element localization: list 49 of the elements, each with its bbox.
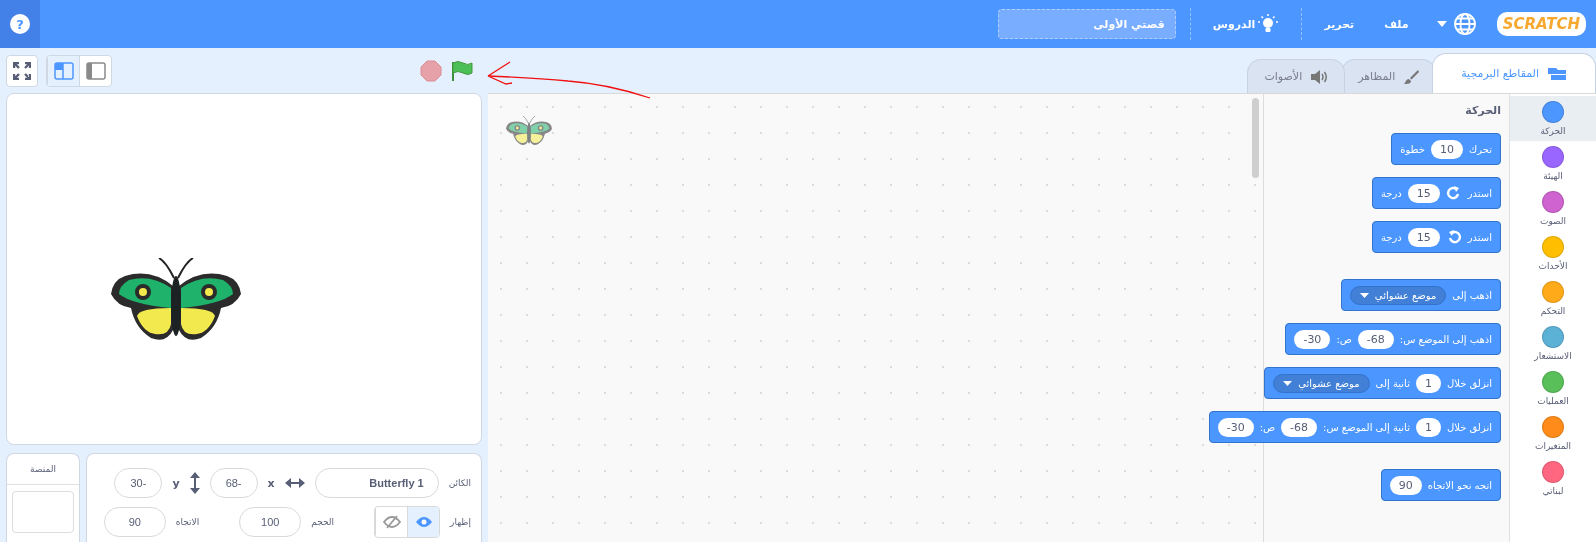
category-item[interactable]: الاستشعار xyxy=(1510,321,1596,366)
number-input[interactable]: -68 xyxy=(1281,417,1318,437)
block-label: درجة xyxy=(1380,231,1402,243)
category-item[interactable]: الحركة xyxy=(1510,96,1596,141)
block-label: استدر xyxy=(1467,231,1492,243)
number-input[interactable]: -30 xyxy=(1217,417,1254,437)
block-label: درجة xyxy=(1380,187,1402,199)
number-input[interactable]: 1 xyxy=(1415,373,1441,393)
number-input[interactable]: 10 xyxy=(1431,139,1463,159)
stage-panel[interactable]: المنصة xyxy=(6,453,80,542)
block-label: تحرك xyxy=(1469,143,1492,155)
number-input[interactable]: -68 xyxy=(1357,329,1394,349)
category-item[interactable]: العمليات xyxy=(1510,366,1596,411)
category-item[interactable]: الأحداث xyxy=(1510,231,1596,276)
field-label: إظهار xyxy=(450,517,471,527)
category-item[interactable]: الهيئة xyxy=(1510,141,1596,186)
number-input[interactable]: 15 xyxy=(1407,183,1440,203)
block-label: اذهب إلى xyxy=(1452,289,1492,301)
block-label: ثانية إلى xyxy=(1375,377,1410,389)
block-label: ص: xyxy=(1336,333,1352,345)
number-input[interactable]: -30 xyxy=(1294,329,1331,349)
category-item[interactable]: المتغيرات xyxy=(1510,411,1596,456)
block-dropdown[interactable]: موضع عشوائي xyxy=(1349,285,1447,305)
sprite-name-field[interactable]: Butterfly 1 xyxy=(314,468,439,498)
direction-field[interactable]: 90 xyxy=(103,507,166,537)
category-heading: الحركة xyxy=(1464,104,1501,117)
block-label: انزلق خلال xyxy=(1446,377,1492,389)
size-field[interactable]: 100 xyxy=(239,507,302,537)
number-input[interactable]: 90 xyxy=(1389,475,1422,495)
field-label: الكائن xyxy=(448,478,471,488)
field-label: الاتجاه xyxy=(175,517,200,527)
block-label: اذهب إلى الموضع س: xyxy=(1399,333,1492,345)
category-item[interactable]: التحكم xyxy=(1510,276,1596,321)
field-label: الحجم xyxy=(311,517,335,527)
panel-title: المنصة xyxy=(7,454,79,485)
number-input[interactable]: 1 xyxy=(1415,417,1441,437)
block-label: استدر xyxy=(1467,187,1492,199)
block-label: خطوة xyxy=(1400,143,1425,155)
block-label: انزلق خلال xyxy=(1446,421,1492,433)
field-label: x xyxy=(267,476,275,490)
number-input[interactable]: 15 xyxy=(1407,227,1440,247)
block-dropdown[interactable]: موضع عشوائي xyxy=(1273,373,1370,393)
motion-block[interactable]: اذهب إلى موضع عشوائي xyxy=(1340,279,1501,311)
category-item[interactable]: الصوت xyxy=(1510,186,1596,231)
field-label: y xyxy=(172,476,180,490)
block-label: اتجه نحو الاتجاه xyxy=(1427,479,1492,491)
block-label: ص: xyxy=(1259,421,1276,433)
category-item[interactable]: لبناتي xyxy=(1510,456,1596,501)
block-label: ثانية إلى الموضع س: xyxy=(1323,421,1410,433)
